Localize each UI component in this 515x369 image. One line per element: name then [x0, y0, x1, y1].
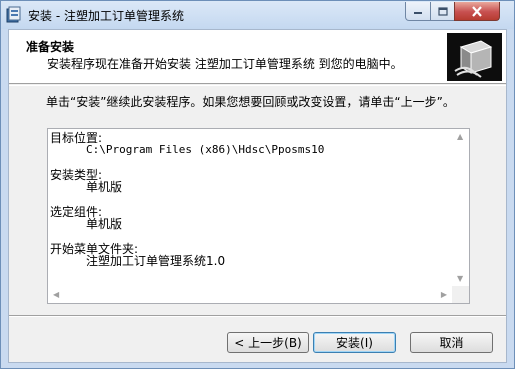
- scroll-up-icon[interactable]: ▲: [457, 132, 463, 141]
- button-bar-separator: [9, 315, 506, 317]
- wizard-header: 准备安装 安装程序现在准备开始安装 注塑加工订单管理系统 到您的电脑中。: [9, 30, 506, 84]
- memo-content: 目标位置: C:\Program Files (x86)\Hdsc\Pposms…: [50, 132, 450, 267]
- page-title: 准备安装: [26, 40, 75, 54]
- scroll-down-icon[interactable]: ▼: [457, 274, 463, 283]
- installer-window: 安装 - 注塑加工订单管理系统 准备安装 安装程序现在准备开始安装 注塑加工订单…: [0, 0, 515, 369]
- minimize-icon: [414, 12, 422, 14]
- window-title: 安装 - 注塑加工订单管理系统: [28, 9, 184, 23]
- header-separator: [9, 85, 506, 86]
- scroll-corner: [452, 286, 469, 303]
- computer-box-icon: [447, 33, 502, 81]
- scroll-left-icon[interactable]: ◀: [53, 290, 59, 299]
- page-subtitle: 安装程序现在准备开始安装 注塑加工订单管理系统 到您的电脑中。: [47, 57, 403, 71]
- intro-text: 单击“安装”继续此安装程序。如果您想要回顾或改变设置，请单击“上一步”。: [46, 95, 455, 109]
- maximize-icon: [437, 6, 448, 16]
- scroll-right-icon[interactable]: ▶: [441, 290, 447, 299]
- wizard-logo-image: [447, 33, 502, 81]
- vertical-scrollbar[interactable]: ▲ ▼: [452, 129, 469, 286]
- type-value: 单机版: [86, 180, 123, 194]
- maximize-button[interactable]: [430, 2, 455, 21]
- wizard-page: 准备安装 安装程序现在准备开始安装 注塑加工订单管理系统 到您的电脑中。 单击“…: [8, 29, 507, 363]
- components-value: 单机版: [86, 217, 123, 231]
- dest-value: C:\Program Files (x86)\Hdsc\Pposms10: [86, 143, 325, 156]
- cancel-button[interactable]: 取消: [410, 332, 493, 353]
- close-button[interactable]: [454, 2, 500, 21]
- install-button[interactable]: 安装(I): [313, 332, 396, 353]
- back-button[interactable]: < 上一步(B): [227, 332, 309, 353]
- installer-app-icon: [6, 6, 21, 23]
- ready-memo[interactable]: 目标位置: C:\Program Files (x86)\Hdsc\Pposms…: [47, 128, 470, 304]
- title-bar[interactable]: 安装 - 注塑加工订单管理系统: [1, 1, 514, 29]
- minimize-button[interactable]: [405, 2, 431, 21]
- horizontal-scrollbar[interactable]: ◀ ▶: [48, 286, 452, 303]
- startmenu-value: 注塑加工订单管理系统1.0: [86, 254, 226, 268]
- close-icon: [472, 5, 482, 17]
